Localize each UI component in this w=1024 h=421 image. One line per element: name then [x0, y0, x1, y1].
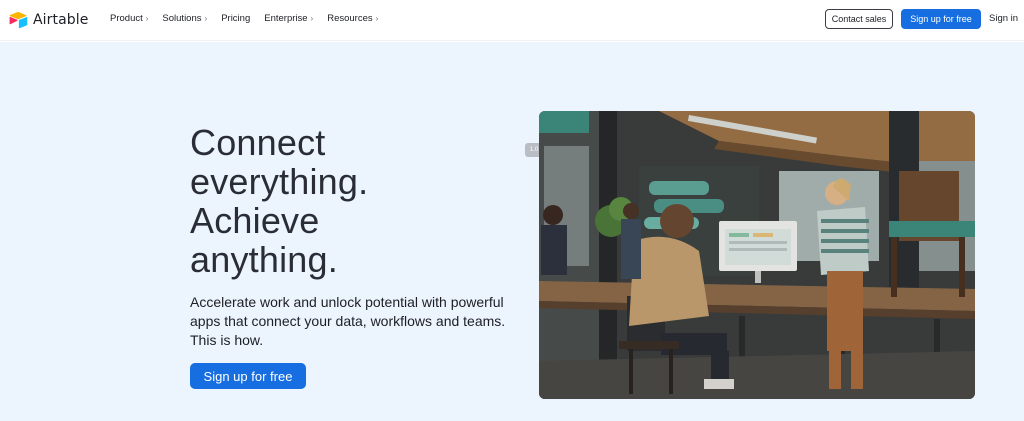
chevron-right-icon: ›: [375, 14, 379, 23]
main-nav: Product › Solutions › Pricing Enterprise…: [110, 13, 392, 24]
nav-item-enterprise[interactable]: Enterprise ›: [264, 13, 313, 24]
nav-item-pricing[interactable]: Pricing: [221, 13, 250, 24]
hero-image: [539, 111, 975, 399]
nav-item-label: Product: [110, 13, 143, 24]
nav-item-solutions[interactable]: Solutions ›: [162, 13, 207, 24]
chevron-right-icon: ›: [204, 14, 208, 23]
nav-signup-button[interactable]: Sign up for free: [901, 9, 981, 29]
nav-item-product[interactable]: Product ›: [110, 13, 148, 24]
nav-item-resources[interactable]: Resources ›: [327, 13, 378, 24]
headline-line: anything.: [190, 239, 338, 280]
office-photo: [539, 111, 975, 399]
sign-in-link[interactable]: Sign in: [989, 13, 1018, 24]
contact-sales-button[interactable]: Contact sales: [825, 9, 893, 29]
chevron-right-icon: ›: [145, 14, 149, 23]
nav-item-label: Resources: [327, 13, 373, 24]
headline-line: everything.: [190, 161, 369, 202]
brand-name: Airtable: [33, 12, 89, 28]
hero-signup-button[interactable]: Sign up for free: [190, 363, 306, 389]
hero-headline: Connect everything. Achieve anything.: [190, 123, 470, 279]
headline-line: Connect: [190, 122, 326, 163]
airtable-logo-icon: [9, 11, 28, 29]
nav-item-label: Enterprise: [264, 13, 308, 24]
nav-item-label: Solutions: [162, 13, 202, 24]
brand-logo[interactable]: Airtable: [8, 10, 88, 30]
hero-subheading: Accelerate work and unlock potential wit…: [190, 294, 506, 348]
top-navbar: Airtable Product › Solutions › Pricing E…: [0, 0, 1024, 41]
nav-item-label: Pricing: [221, 13, 251, 24]
chevron-right-icon: ›: [310, 14, 314, 23]
headline-line: Achieve: [190, 200, 320, 241]
